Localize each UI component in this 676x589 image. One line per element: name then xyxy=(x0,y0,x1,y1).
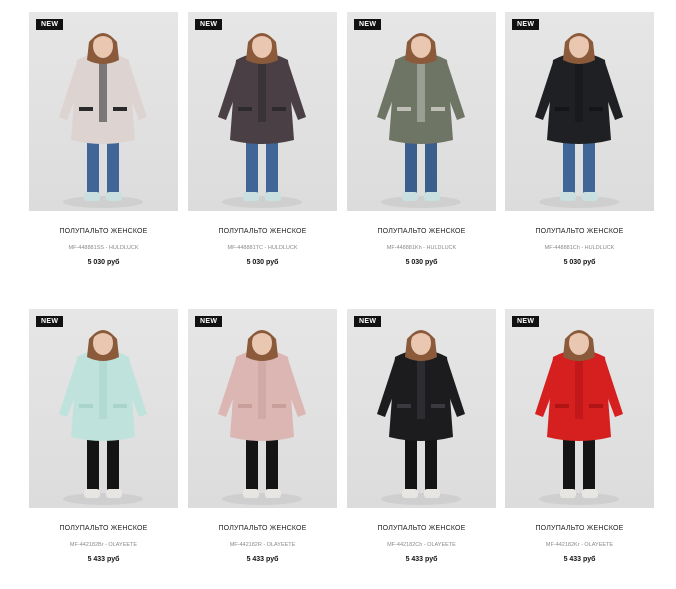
product-sku: MF-442182R - OLAYEETE xyxy=(229,542,296,548)
product-title[interactable]: ПОЛУПАЛЬТО ЖЕНСКОЕ xyxy=(505,228,654,235)
product-sku: MF-448881Ch - HULDLUCK xyxy=(544,245,615,251)
product-image[interactable]: NEW xyxy=(505,309,654,508)
product-card[interactable]: NEW ПОЛУПАЛЬТО ЖЕНСКОЕ MF-448881TC - HUL… xyxy=(188,12,337,266)
product-price: 5 030 руб xyxy=(87,259,120,266)
product-image[interactable]: NEW xyxy=(29,309,178,508)
product-price: 5 433 руб xyxy=(87,556,120,563)
product-image[interactable]: NEW xyxy=(188,12,337,211)
product-title[interactable]: ПОЛУПАЛЬТО ЖЕНСКОЕ xyxy=(29,525,178,532)
new-badge: NEW xyxy=(36,19,64,30)
new-badge: NEW xyxy=(512,19,540,30)
model-photo-illustration xyxy=(59,330,147,505)
product-price: 5 030 руб xyxy=(563,259,596,266)
product-title[interactable]: ПОЛУПАЛЬТО ЖЕНСКОЕ xyxy=(347,228,496,235)
model-photo-illustration xyxy=(218,330,306,505)
product-sku: MF-442182Ch - OLAYEETE xyxy=(387,542,456,548)
model-photo-illustration xyxy=(535,33,623,208)
product-sku: MF-442182Br - OLAYEETE xyxy=(69,542,138,548)
model-photo-illustration xyxy=(218,33,306,208)
product-image[interactable]: NEW xyxy=(347,12,496,211)
model-photo-illustration xyxy=(535,330,623,505)
model-photo-illustration xyxy=(377,33,465,208)
new-badge: NEW xyxy=(36,316,64,327)
product-title[interactable]: ПОЛУПАЛЬТО ЖЕНСКОЕ xyxy=(505,525,654,532)
product-image[interactable]: NEW xyxy=(29,12,178,211)
product-image[interactable]: NEW xyxy=(505,12,654,211)
product-price: 5 433 руб xyxy=(246,556,279,563)
model-photo-illustration xyxy=(59,33,147,208)
product-price: 5 030 руб xyxy=(246,259,279,266)
product-sku: MF-448881TC - HULDLUCK xyxy=(227,245,298,251)
product-card[interactable]: NEW ПОЛУПАЛЬТО ЖЕНСКОЕ MF-442182Kr - OLA… xyxy=(505,309,654,563)
product-image[interactable]: NEW xyxy=(347,309,496,508)
product-title[interactable]: ПОЛУПАЛЬТО ЖЕНСКОЕ xyxy=(347,525,496,532)
product-grid: NEW ПОЛУПАЛЬТО ЖЕНСКОЕ MF-448881SS - HUL… xyxy=(0,0,676,589)
product-price: 5 433 руб xyxy=(563,556,596,563)
new-badge: NEW xyxy=(354,316,382,327)
product-card[interactable]: NEW ПОЛУПАЛЬТО ЖЕНСКОЕ MF-448881Ch - HUL… xyxy=(505,12,654,266)
product-title[interactable]: ПОЛУПАЛЬТО ЖЕНСКОЕ xyxy=(188,525,337,532)
product-sku: MF-442182Kr - OLAYEETE xyxy=(545,542,614,548)
product-card[interactable]: NEW ПОЛУПАЛЬТО ЖЕНСКОЕ MF-442182Ch - OLA… xyxy=(347,309,496,563)
new-badge: NEW xyxy=(195,316,223,327)
product-image[interactable]: NEW xyxy=(188,309,337,508)
product-sku: MF-448881Kh - HULDLUCK xyxy=(386,245,457,251)
model-photo-illustration xyxy=(377,330,465,505)
product-card[interactable]: NEW ПОЛУПАЛЬТО ЖЕНСКОЕ MF-442182R - OLAY… xyxy=(188,309,337,563)
product-card[interactable]: NEW ПОЛУПАЛЬТО ЖЕНСКОЕ MF-448881SS - HUL… xyxy=(29,12,178,266)
product-price: 5 030 руб xyxy=(405,259,438,266)
product-sku: MF-448881SS - HULDLUCK xyxy=(68,245,139,251)
product-price: 5 433 руб xyxy=(405,556,438,563)
product-card[interactable]: NEW ПОЛУПАЛЬТО ЖЕНСКОЕ MF-448881Kh - HUL… xyxy=(347,12,496,266)
product-title[interactable]: ПОЛУПАЛЬТО ЖЕНСКОЕ xyxy=(188,228,337,235)
new-badge: NEW xyxy=(512,316,540,327)
new-badge: NEW xyxy=(354,19,382,30)
product-card[interactable]: NEW ПОЛУПАЛЬТО ЖЕНСКОЕ MF-442182Br - OLA… xyxy=(29,309,178,563)
new-badge: NEW xyxy=(195,19,223,30)
product-title[interactable]: ПОЛУПАЛЬТО ЖЕНСКОЕ xyxy=(29,228,178,235)
